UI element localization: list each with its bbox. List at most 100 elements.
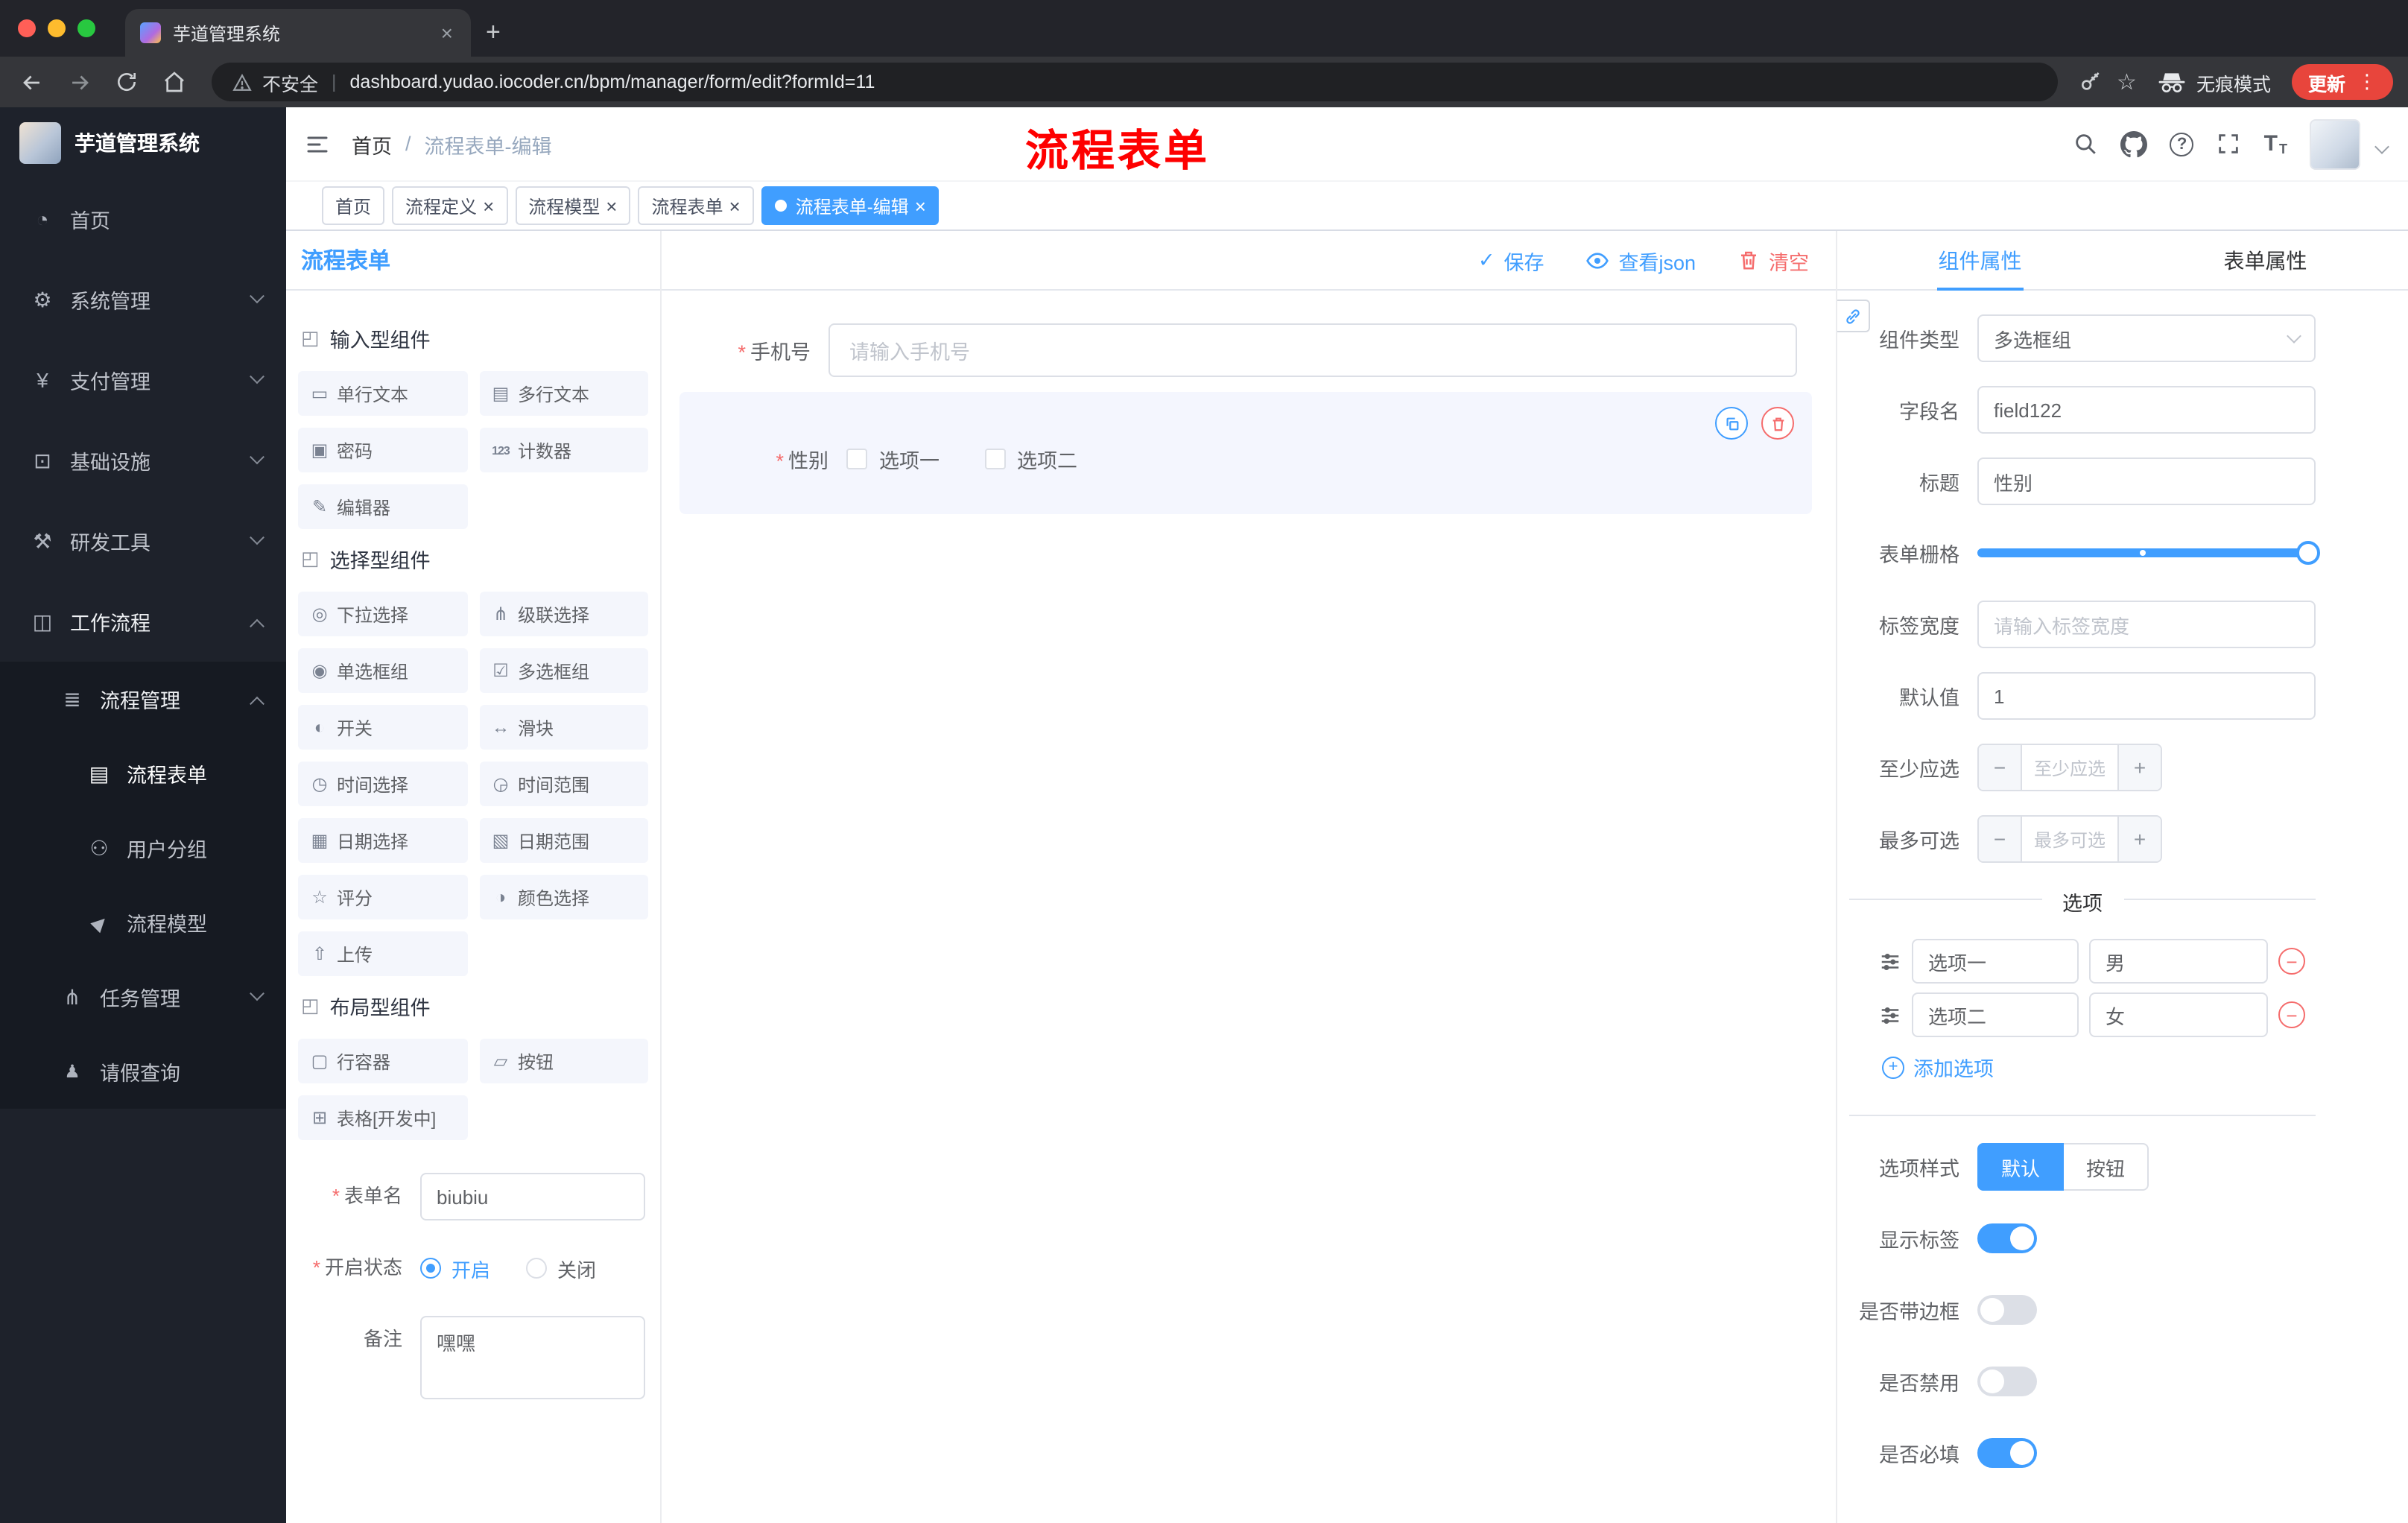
save-button[interactable]: ✓ 保存 xyxy=(1478,245,1544,275)
sidebar-item[interactable]: ◔ 首页 xyxy=(0,179,286,259)
palette-component[interactable]: ▢ 行容器 xyxy=(298,1039,467,1083)
palette-component[interactable]: ☆ 评分 xyxy=(298,875,467,919)
sidebar-item[interactable]: ♟ 请假查询 xyxy=(0,1034,286,1109)
address-bar[interactable]: 不安全 | dashboard.yudao.iocoder.cn/bpm/man… xyxy=(212,63,2058,101)
sidebar-item[interactable]: ▶ 流程模型 xyxy=(0,885,286,960)
close-tag-icon[interactable]: × xyxy=(483,196,494,215)
tag[interactable]: 流程定义 × xyxy=(392,186,508,225)
view-json-button[interactable]: 查看json xyxy=(1585,245,1696,275)
palette-component[interactable]: ▤ 多行文本 xyxy=(479,371,648,416)
palette-component[interactable]: ▭ 单行文本 xyxy=(298,371,467,416)
palette-component[interactable]: ▧ 日期范围 xyxy=(479,818,648,863)
close-tag-icon[interactable]: × xyxy=(915,196,926,215)
palette-component[interactable]: ◑ 颜色选择 xyxy=(479,875,648,919)
title-input[interactable]: 性别 xyxy=(1977,457,2316,505)
decrement-icon[interactable]: − xyxy=(1979,745,2022,790)
url-text[interactable]: dashboard.yudao.iocoder.cn/bpm/manager/f… xyxy=(350,72,875,92)
forward-icon[interactable] xyxy=(63,66,95,98)
tab-component-props[interactable]: 组件属性 xyxy=(1837,231,2123,289)
sidebar-item[interactable]: ⚒ 研发工具 xyxy=(0,501,286,581)
toggle-switch[interactable] xyxy=(1977,1438,2037,1468)
decrement-icon[interactable]: − xyxy=(1979,817,2022,861)
form-name-input[interactable]: biubiu xyxy=(420,1173,645,1220)
update-button[interactable]: 更新 ⋮ xyxy=(2291,64,2393,100)
status-off-radio[interactable]: 关闭 xyxy=(526,1254,596,1282)
slider-handle[interactable] xyxy=(2296,541,2320,565)
palette-component[interactable]: ◶ 时间范围 xyxy=(479,762,648,806)
drag-handle-icon[interactable] xyxy=(1879,950,1901,972)
back-icon[interactable] xyxy=(15,66,48,98)
phone-input[interactable]: 请输入手机号 xyxy=(828,323,1797,377)
style-default-button[interactable]: 默认 xyxy=(1977,1143,2065,1191)
palette-component[interactable]: ✎ 编辑器 xyxy=(298,484,467,529)
form-remark-textarea[interactable]: 嘿嘿 xyxy=(420,1316,645,1399)
github-icon[interactable] xyxy=(2120,130,2148,157)
slider-track[interactable] xyxy=(1977,541,2320,565)
close-window-button[interactable] xyxy=(18,19,36,37)
min-select-input[interactable]: 至少应选 xyxy=(2022,745,2117,790)
avatar-caret-icon[interactable] xyxy=(2374,139,2389,154)
phone-field-row[interactable]: 手机号 请输入手机号 xyxy=(662,323,1836,377)
close-tag-icon[interactable]: × xyxy=(606,196,617,215)
sidebar-fold-icon[interactable] xyxy=(304,130,331,157)
clear-button[interactable]: 清空 xyxy=(1737,245,1809,275)
sidebar-item[interactable]: ≣ 流程管理 xyxy=(0,662,286,736)
home-icon[interactable] xyxy=(158,66,191,98)
search-icon[interactable] xyxy=(2073,131,2099,156)
sidebar-item[interactable]: ⚙ 系统管理 xyxy=(0,259,286,340)
key-icon[interactable] xyxy=(2078,70,2102,94)
browser-menu-icon[interactable]: ⋮ xyxy=(2357,70,2377,94)
tab-form-props[interactable]: 表单属性 xyxy=(2123,231,2408,289)
tag[interactable]: 流程模型 × xyxy=(515,186,631,225)
remove-option-icon[interactable]: − xyxy=(2278,948,2305,975)
max-select-input[interactable]: 最多可选 xyxy=(2022,817,2117,861)
form-grid-slider[interactable] xyxy=(1977,529,2320,577)
tag[interactable]: 流程表单-编辑 × xyxy=(761,186,940,225)
sidebar-item[interactable]: ◫ 工作流程 xyxy=(0,581,286,662)
palette-component[interactable]: ◐ 开关 xyxy=(298,705,467,750)
gender-option[interactable]: 选项一 xyxy=(846,444,940,474)
tag[interactable]: 流程表单 × xyxy=(638,186,754,225)
remove-option-icon[interactable]: − xyxy=(2278,1001,2305,1028)
fullscreen-icon[interactable] xyxy=(2217,131,2242,156)
status-on-radio[interactable]: 开启 xyxy=(420,1254,490,1282)
checkbox[interactable] xyxy=(984,449,1005,469)
drag-handle-icon[interactable] xyxy=(1879,1004,1901,1026)
increment-icon[interactable]: + xyxy=(2117,745,2161,790)
palette-component[interactable]: ◎ 下拉选择 xyxy=(298,592,467,636)
option-name-input[interactable]: 选项一 xyxy=(1912,939,2079,984)
palette-component[interactable]: ⊞ 表格[开发中] xyxy=(298,1095,467,1140)
breadcrumb-home[interactable]: 首页 xyxy=(352,129,392,159)
palette-component[interactable]: ⇧ 上传 xyxy=(298,931,467,976)
style-button-button[interactable]: 按钮 xyxy=(2064,1143,2149,1191)
reload-icon[interactable] xyxy=(110,66,143,98)
field-name-input[interactable]: field122 xyxy=(1977,386,2316,434)
palette-component[interactable]: ⋔ 级联选择 xyxy=(479,592,648,636)
new-tab-button[interactable]: + xyxy=(486,18,501,48)
sidebar-item[interactable]: ⋔ 任务管理 xyxy=(0,960,286,1034)
component-type-select[interactable]: 多选框组 xyxy=(1977,314,2316,362)
copy-widget-button[interactable] xyxy=(1715,407,1748,440)
toggle-switch[interactable] xyxy=(1977,1223,2037,1253)
tag[interactable]: 首页 × xyxy=(322,186,385,225)
sidebar-item[interactable]: ▤ 流程表单 xyxy=(0,736,286,811)
maximize-window-button[interactable] xyxy=(77,19,95,37)
browser-tab[interactable]: 芋道管理系统 × xyxy=(125,9,471,57)
sidebar-item[interactable]: ¥ 支付管理 xyxy=(0,340,286,420)
bookmark-star-icon[interactable]: ☆ xyxy=(2117,69,2137,95)
option-value-input[interactable]: 女 xyxy=(2089,992,2268,1037)
label-width-input[interactable]: 请输入标签宽度 xyxy=(1977,601,2316,648)
font-size-icon[interactable]: TT xyxy=(2264,131,2287,156)
help-icon[interactable]: ? xyxy=(2170,132,2194,156)
close-tab-icon[interactable]: × xyxy=(438,21,456,45)
security-label[interactable]: 不安全 xyxy=(262,68,318,96)
palette-component[interactable]: ▱ 按钮 xyxy=(479,1039,648,1083)
close-tag-icon[interactable]: × xyxy=(729,196,741,215)
palette-component[interactable]: ◉ 单选框组 xyxy=(298,648,467,693)
default-value-input[interactable]: 1 xyxy=(1977,672,2316,720)
palette-component[interactable]: ▣ 密码 xyxy=(298,428,467,472)
minimize-window-button[interactable] xyxy=(48,19,66,37)
delete-widget-button[interactable] xyxy=(1761,407,1794,440)
add-option-button[interactable]: + 添加选项 xyxy=(1882,1052,2316,1082)
palette-component[interactable]: ◷ 时间选择 xyxy=(298,762,467,806)
